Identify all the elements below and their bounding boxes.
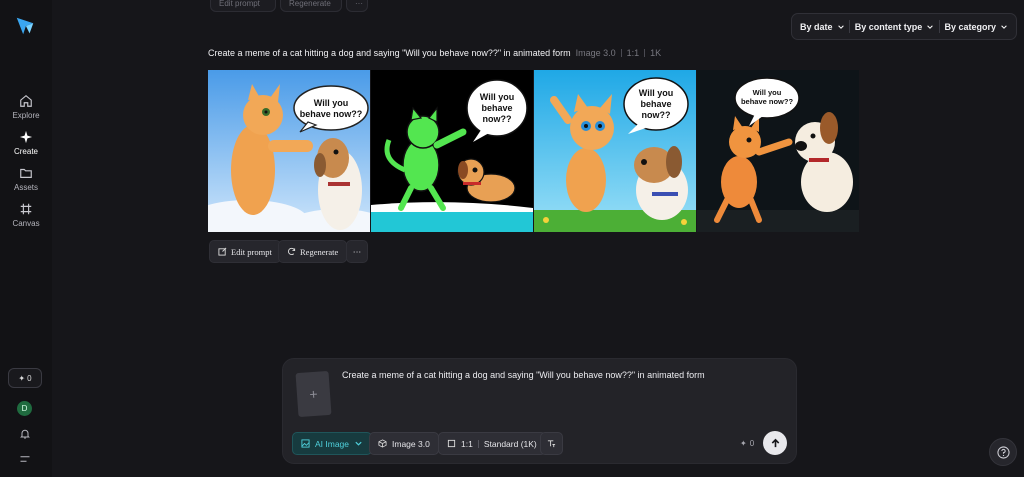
menu-icon[interactable] [19, 453, 31, 465]
speech-bubble-line: Will you [314, 98, 348, 108]
ratio-quality-select[interactable]: 1:1 Standard (1K) [438, 432, 546, 455]
speech-bubble-line: Will you [639, 88, 673, 98]
more-options-button[interactable]: ··· [346, 240, 368, 263]
sidebar-item-canvas[interactable]: Canvas [0, 202, 52, 228]
speech-bubble-line: behave now?? [300, 109, 363, 119]
speech-bubble-line: behave [481, 103, 512, 113]
model-select[interactable]: Image 3.0 [369, 432, 439, 455]
speech-bubble-line: behave [640, 99, 671, 109]
text-format-button[interactable] [540, 432, 563, 455]
speech-bubble-line: now?? [642, 110, 671, 120]
speech-bubble-line: Will you [753, 88, 782, 97]
divider [644, 49, 646, 57]
send-button[interactable] [763, 431, 787, 455]
edit-prompt-button[interactable]: Edit prompt [209, 240, 281, 263]
filter-bar: By date By content type By category [791, 13, 1017, 40]
speech-bubble-line: now?? [483, 114, 512, 124]
chevron-down-icon [927, 24, 934, 29]
filter-by-content-type[interactable]: By content type [855, 22, 935, 32]
folder-icon [20, 168, 32, 178]
filter-label: By content type [854, 21, 923, 32]
sidebar-item-label: Assets [13, 183, 38, 192]
prev-edit-prompt-label: Edit prompt [219, 0, 260, 8]
prev-regenerate-button[interactable]: Regenerate [280, 0, 342, 12]
text-icon [547, 440, 556, 448]
chevron-down-icon [355, 441, 362, 446]
generation-model: Image 3.0 [575, 48, 616, 58]
bell-icon[interactable] [19, 428, 31, 440]
speech-bubble-line: behave now?? [741, 97, 794, 106]
divider [620, 49, 622, 57]
ratio-label: 1:1 [461, 438, 473, 449]
divider [849, 20, 851, 33]
canvas-icon [20, 203, 32, 215]
generation-resolution: 1K [650, 48, 662, 58]
sidebar-item-label: Canvas [12, 219, 40, 228]
prompt-input[interactable]: Create a meme of a cat hitting a dog and… [342, 370, 705, 380]
aspect-ratio-icon [447, 439, 456, 448]
ai-image-mode-select[interactable]: AI Image [292, 432, 373, 455]
chevron-down-icon [1001, 24, 1007, 29]
quality-label: Standard (1K) [483, 438, 537, 449]
filter-by-category[interactable]: By category [944, 22, 1008, 32]
add-reference-image-button[interactable]: + [295, 370, 332, 418]
home-icon [20, 95, 32, 107]
prev-more-button[interactable]: ··· [346, 0, 368, 12]
sidebar-item-label: Create [13, 147, 38, 156]
credits-value: 0 [27, 373, 32, 383]
divider [477, 439, 479, 448]
ai-image-label: AI Image [315, 438, 350, 449]
sidebar-item-explore[interactable]: Explore [0, 94, 52, 120]
filter-label: By category [944, 21, 996, 32]
edit-icon [218, 247, 227, 256]
sidebar-item-label: Explore [12, 111, 40, 120]
avatar[interactable]: D [17, 401, 32, 416]
image-icon [301, 439, 310, 448]
prev-more-label: ··· [355, 0, 363, 8]
generation-prompt[interactable]: Create a meme of a cat hitting a dog and… [208, 48, 571, 58]
regenerate-label: Regenerate [300, 246, 339, 257]
model-label: Image 3.0 [392, 438, 430, 449]
regenerate-button[interactable]: Regenerate [278, 240, 348, 263]
prev-edit-prompt-button[interactable]: Edit prompt [210, 0, 276, 12]
generated-image-3[interactable]: Will you behave now?? [534, 70, 696, 232]
cube-icon [378, 439, 387, 448]
sparkle-icon [19, 130, 33, 144]
filter-label: By date [800, 21, 833, 32]
edit-prompt-label: Edit prompt [231, 246, 272, 257]
generation-header: Create a meme of a cat hitting a dog and… [208, 48, 661, 58]
cost-value: 0 [749, 439, 755, 448]
credits-icon: ✦ [18, 373, 26, 383]
credits-icon: ✦ [740, 439, 747, 448]
help-button[interactable] [989, 438, 1017, 466]
chevron-down-icon [837, 24, 844, 29]
credits-badge[interactable]: ✦ 0 [8, 368, 42, 388]
generation-ratio: 1:1 [626, 48, 640, 58]
arrow-up-icon [771, 438, 779, 447]
sidebar-item-assets[interactable]: Assets [0, 166, 52, 192]
more-icon: ··· [352, 246, 362, 257]
sidebar-item-create[interactable]: Create [0, 130, 52, 156]
question-icon [996, 445, 1010, 459]
plus-icon: + [308, 385, 319, 403]
sidebar: Explore Create Assets Canvas ✦ 0 D [0, 0, 52, 477]
image-grid: Will you behave now?? Will you behave no… [208, 70, 860, 232]
generated-image-4[interactable]: Will you behave now?? [697, 70, 859, 232]
speech-bubble-line: Will you [480, 92, 514, 102]
generated-image-2[interactable]: Will you behave now?? [371, 70, 533, 232]
prompt-composer: + Create a meme of a cat hitting a dog a… [282, 358, 797, 464]
generation-cost: ✦ 0 [740, 439, 754, 448]
app-logo[interactable] [14, 15, 36, 37]
refresh-icon [288, 247, 296, 256]
generated-image-1[interactable]: Will you behave now?? [208, 70, 370, 232]
prev-regenerate-label: Regenerate [289, 0, 331, 8]
divider [938, 20, 940, 33]
filter-by-date[interactable]: By date [800, 22, 845, 32]
